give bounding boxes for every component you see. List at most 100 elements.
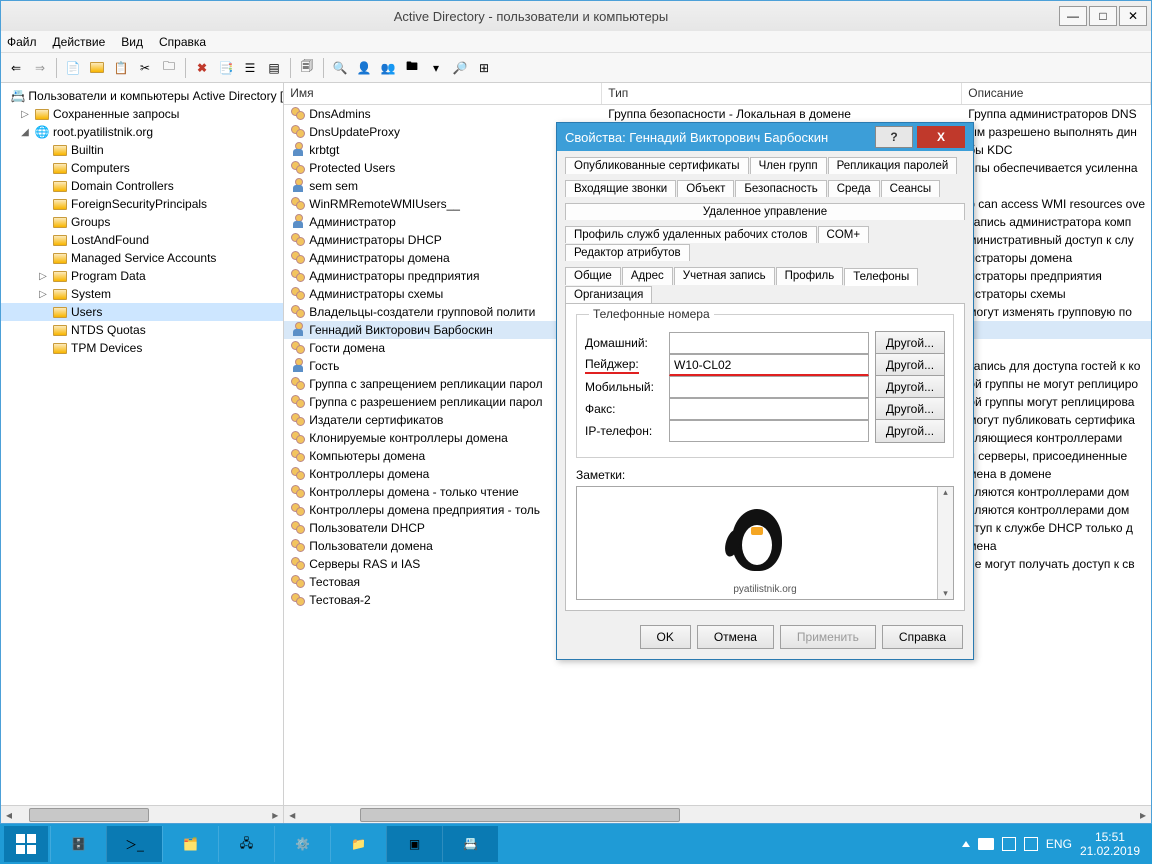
menu-file[interactable]: Файл bbox=[7, 35, 37, 49]
detail-icon[interactable]: ▤ bbox=[263, 57, 285, 79]
tree-node[interactable]: Managed Service Accounts bbox=[1, 249, 283, 267]
search-column-icon[interactable]: 🔎 bbox=[449, 57, 471, 79]
expand-icon[interactable]: ⊞ bbox=[473, 57, 495, 79]
list-item[interactable]: DnsAdminsГруппа безопасности - Локальная… bbox=[284, 105, 1151, 123]
menu-view[interactable]: Вид bbox=[121, 35, 143, 49]
col-name[interactable]: Имя bbox=[284, 83, 602, 104]
dialog-close-button[interactable]: X bbox=[917, 126, 965, 148]
new-ou-icon[interactable]: 🖿 bbox=[401, 57, 423, 79]
tree-node[interactable]: NTDS Quotas bbox=[1, 321, 283, 339]
list-icon[interactable]: ☰ bbox=[239, 57, 261, 79]
delete-icon[interactable]: ✖ bbox=[191, 57, 213, 79]
network-icon[interactable] bbox=[1002, 837, 1016, 851]
tab-rds[interactable]: Профиль служб удаленных рабочих столов bbox=[565, 226, 817, 243]
tab-address[interactable]: Адрес bbox=[622, 267, 673, 285]
tab-replication[interactable]: Репликация паролей bbox=[828, 157, 958, 174]
tab-dialin[interactable]: Входящие звонки bbox=[565, 180, 676, 197]
help-button[interactable]: Справка bbox=[882, 625, 963, 649]
close-button[interactable]: ✕ bbox=[1119, 6, 1147, 26]
apply-button[interactable]: Применить bbox=[780, 625, 876, 649]
btn-home-other[interactable]: Другой... bbox=[875, 331, 945, 355]
tab-com[interactable]: COM+ bbox=[818, 226, 870, 243]
task-dns[interactable]: 🖧 bbox=[218, 826, 274, 862]
btn-fax-other[interactable]: Другой... bbox=[875, 397, 945, 421]
tree-node[interactable]: Users bbox=[1, 303, 283, 321]
tree-scrollbar[interactable]: ◂ ▸ bbox=[1, 805, 283, 823]
task-aduc[interactable]: 📇 bbox=[442, 826, 498, 862]
start-button[interactable] bbox=[4, 826, 48, 862]
tab-security[interactable]: Безопасность bbox=[735, 180, 826, 197]
dialog-title-bar[interactable]: Свойства: Геннадий Викторович Барбоскин … bbox=[557, 123, 973, 151]
cut-icon[interactable]: ✂ bbox=[134, 57, 156, 79]
tray-overflow-icon[interactable] bbox=[962, 841, 970, 847]
input-fax[interactable] bbox=[669, 398, 869, 420]
new-group-icon[interactable]: 👥 bbox=[377, 57, 399, 79]
tree-node[interactable]: ▷Program Data bbox=[1, 267, 283, 285]
task-explorer[interactable]: 🗂️ bbox=[162, 826, 218, 862]
tree-node[interactable]: ForeignSecurityPrincipals bbox=[1, 195, 283, 213]
forward-button[interactable]: ⇒ bbox=[29, 57, 51, 79]
btn-pager-other[interactable]: Другой... bbox=[875, 353, 945, 377]
task-services[interactable]: ⚙️ bbox=[274, 826, 330, 862]
tree-node[interactable]: Groups bbox=[1, 213, 283, 231]
new-container-icon[interactable]: 🗀 bbox=[158, 57, 180, 79]
tab-account[interactable]: Учетная запись bbox=[674, 267, 775, 285]
tab-member[interactable]: Член групп bbox=[750, 157, 827, 174]
find-icon[interactable]: 🔍 bbox=[329, 57, 351, 79]
lang-indicator[interactable]: ENG bbox=[1046, 837, 1072, 851]
tab-profile[interactable]: Профиль bbox=[776, 267, 844, 285]
cancel-button[interactable]: Отмена bbox=[697, 625, 774, 649]
tree-node[interactable]: TPM Devices bbox=[1, 339, 283, 357]
tab-env[interactable]: Среда bbox=[828, 180, 880, 197]
tree-domain[interactable]: ◢ 🌐 root.pyatilistnik.org bbox=[1, 123, 283, 141]
tab-remote[interactable]: Удаленное управление bbox=[565, 203, 965, 220]
tab-general[interactable]: Общие bbox=[565, 267, 621, 285]
task-server-manager[interactable]: 🗄️ bbox=[50, 826, 106, 862]
dialog-help-button[interactable]: ? bbox=[875, 126, 913, 148]
input-pager[interactable] bbox=[669, 354, 869, 376]
clock[interactable]: 15:51 21.02.2019 bbox=[1080, 830, 1140, 858]
input-ip[interactable] bbox=[669, 420, 869, 442]
new-query-icon[interactable]: 📑 bbox=[215, 57, 237, 79]
tree-root[interactable]: 📇 Пользователи и компьютеры Active Direc… bbox=[1, 87, 283, 105]
properties-button[interactable]: 📋 bbox=[110, 57, 132, 79]
notes-scrollbar[interactable]: ▴▾ bbox=[937, 487, 953, 599]
input-mobile[interactable] bbox=[669, 376, 869, 398]
tab-cert[interactable]: Опубликованные сертификаты bbox=[565, 157, 749, 174]
tree-node[interactable]: ▷System bbox=[1, 285, 283, 303]
tree-button[interactable] bbox=[86, 57, 108, 79]
refresh-icon[interactable]: 🗐 bbox=[296, 57, 318, 79]
task-folder[interactable]: 📁 bbox=[330, 826, 386, 862]
tab-attr[interactable]: Редактор атрибутов bbox=[565, 244, 690, 261]
btn-mobile-other[interactable]: Другой... bbox=[875, 375, 945, 399]
new-user-icon[interactable]: 👤 bbox=[353, 57, 375, 79]
back-button[interactable]: ⇐ bbox=[5, 57, 27, 79]
input-home[interactable] bbox=[669, 332, 869, 354]
tree-node[interactable]: Computers bbox=[1, 159, 283, 177]
up-button[interactable]: 📄 bbox=[62, 57, 84, 79]
task-ps-ise[interactable]: ▣ bbox=[386, 826, 442, 862]
menu-help[interactable]: Справка bbox=[159, 35, 206, 49]
col-desc[interactable]: Описание bbox=[962, 83, 1151, 104]
minimize-button[interactable]: — bbox=[1059, 6, 1087, 26]
filter-icon[interactable]: ▾ bbox=[425, 57, 447, 79]
tree-pane[interactable]: 📇 Пользователи и компьютеры Active Direc… bbox=[1, 83, 284, 823]
tree-saved-queries[interactable]: ▷ Сохраненные запросы bbox=[1, 105, 283, 123]
ok-button[interactable]: OK bbox=[640, 625, 691, 649]
action-center-icon[interactable] bbox=[978, 838, 994, 850]
tab-phones[interactable]: Телефоны bbox=[844, 268, 918, 286]
tree-node[interactable]: Domain Controllers bbox=[1, 177, 283, 195]
col-type[interactable]: Тип bbox=[602, 83, 962, 104]
speaker-icon[interactable] bbox=[1024, 837, 1038, 851]
tab-object[interactable]: Объект bbox=[677, 180, 734, 197]
tab-org[interactable]: Организация bbox=[565, 286, 652, 303]
tree-node[interactable]: Builtin bbox=[1, 141, 283, 159]
list-scrollbar[interactable]: ◂ ▸ bbox=[284, 805, 1151, 823]
task-powershell[interactable]: ＞_ bbox=[106, 826, 162, 862]
tab-sessions[interactable]: Сеансы bbox=[881, 180, 940, 197]
btn-ip-other[interactable]: Другой... bbox=[875, 419, 945, 443]
maximize-button[interactable]: □ bbox=[1089, 6, 1117, 26]
tree-node[interactable]: LostAndFound bbox=[1, 231, 283, 249]
menu-action[interactable]: Действие bbox=[53, 35, 106, 49]
notes-box[interactable]: pyatilistnik.org ▴▾ bbox=[576, 486, 954, 600]
